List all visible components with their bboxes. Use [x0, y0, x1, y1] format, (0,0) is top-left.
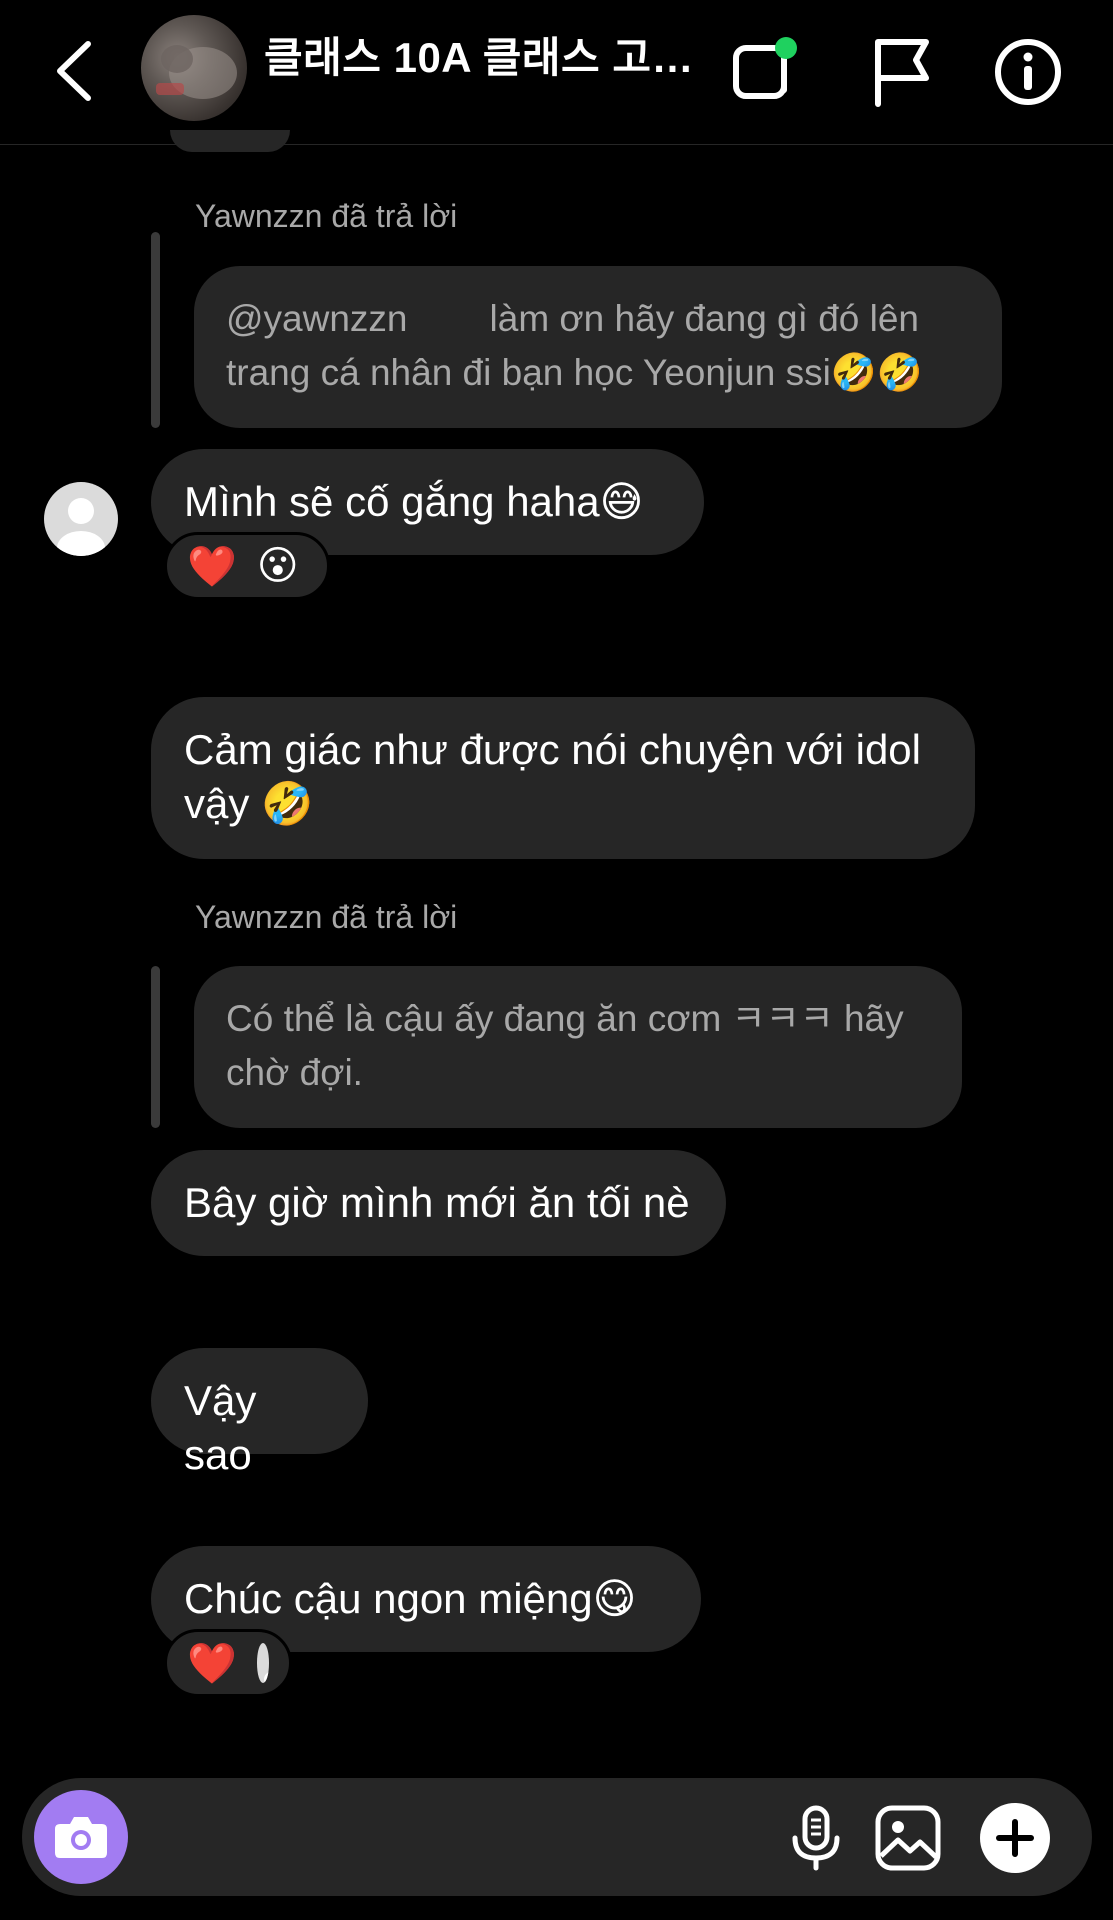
reply-label: Yawnzzn đã trả lời: [195, 198, 458, 234]
camera-icon: [55, 1817, 107, 1858]
info-icon[interactable]: [990, 34, 1066, 110]
default-profile-icon: [263, 1671, 269, 1683]
heart-reaction-icon: ❤️: [187, 543, 237, 590]
microphone-icon[interactable]: [782, 1804, 850, 1872]
camera-button[interactable]: [34, 1790, 128, 1884]
message-bubble[interactable]: Bây giờ mình mới ăn tối nè: [151, 1150, 726, 1256]
reaction-bar[interactable]: ❤️ 😮: [164, 532, 330, 600]
message-composer[interactable]: [22, 1778, 1092, 1896]
reply-bar: [151, 232, 160, 428]
cat-photo-icon: [156, 45, 237, 99]
reactor-avatar: [256, 1643, 269, 1683]
reply-bar: [151, 966, 160, 1128]
message-bubble[interactable]: Vậy sao: [151, 1348, 368, 1478]
chat-header: 클래스 10A 클래스 고…: [0, 0, 1113, 145]
quoted-message[interactable]: @yawnzzn làm ơn hãy đang gì đó lên trang …: [194, 266, 1002, 428]
gallery-icon[interactable]: [874, 1804, 942, 1872]
reply-label: Yawnzzn đã trả lời: [195, 899, 458, 935]
group-avatar[interactable]: [141, 15, 247, 121]
plus-icon: [996, 1819, 1034, 1857]
reaction-bar[interactable]: ❤️: [164, 1629, 292, 1697]
message-bubble[interactable]: Cảm giác như được nói chuyện với idol vậ…: [151, 697, 975, 859]
video-call-icon[interactable]: [728, 34, 804, 110]
previous-message-edge: [170, 130, 290, 152]
heart-reaction-icon: ❤️: [187, 1640, 237, 1687]
quoted-mention[interactable]: @yawnzzn: [226, 298, 408, 339]
default-profile-icon: [57, 498, 105, 556]
back-chevron-icon[interactable]: [50, 38, 100, 104]
quoted-message[interactable]: Có thể là cậu ấy đang ăn cơm ㅋㅋㅋ hãy chờ…: [194, 966, 962, 1128]
plus-button[interactable]: [980, 1803, 1050, 1873]
surprised-reaction-icon: 😮: [256, 543, 299, 589]
online-status-dot: [775, 37, 797, 59]
sender-avatar[interactable]: [44, 482, 118, 556]
chat-title[interactable]: 클래스 10A 클래스 고…: [264, 24, 694, 85]
flag-icon[interactable]: [864, 34, 940, 110]
